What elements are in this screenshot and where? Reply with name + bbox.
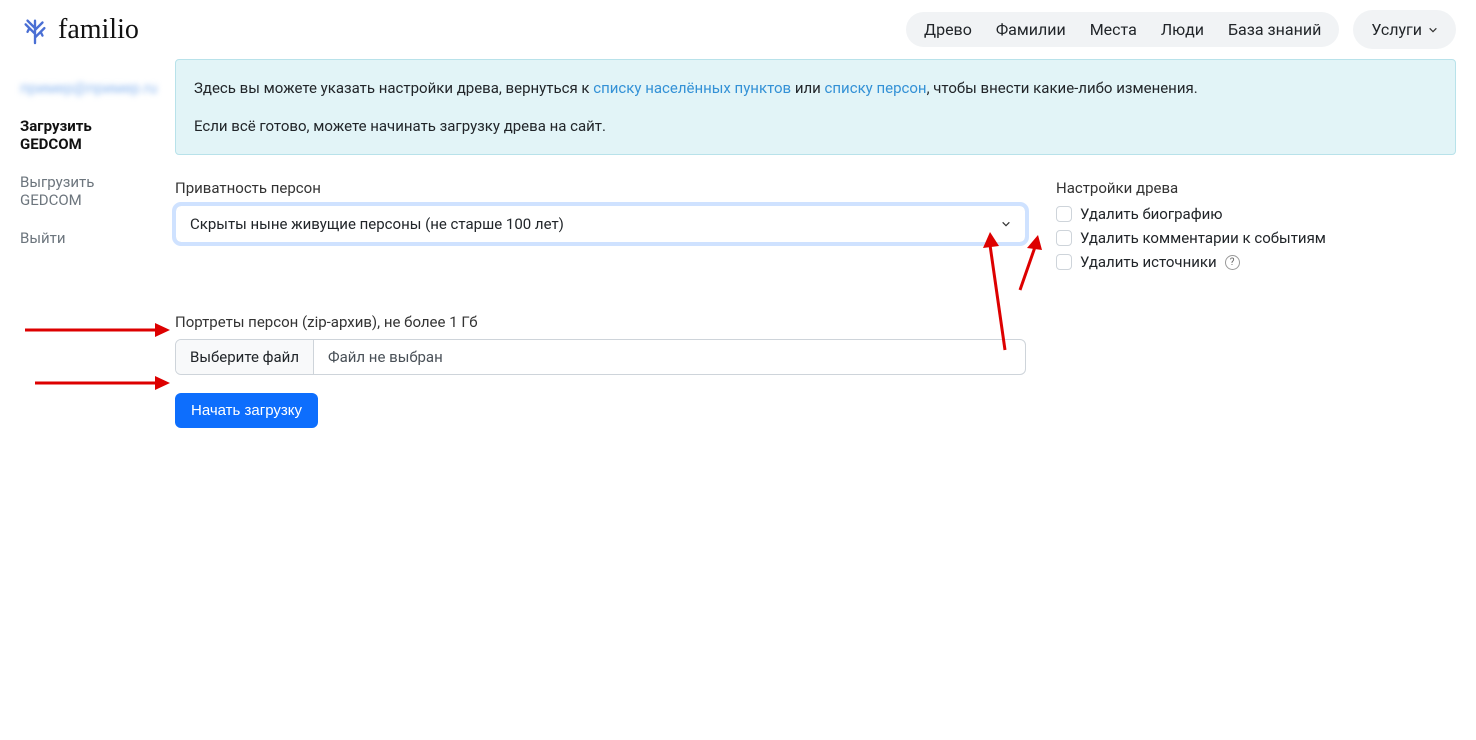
info-banner: Здесь вы можете указать настройки древа,… — [175, 59, 1456, 155]
nav-surnames[interactable]: Фамилии — [996, 20, 1066, 39]
privacy-selected-value: Скрыты ныне живущие персоны (не старше 1… — [190, 215, 564, 233]
nav-places[interactable]: Места — [1090, 20, 1137, 39]
services-label: Услуги — [1371, 20, 1422, 39]
logo-text: familio — [58, 14, 139, 46]
checkbox-label-sources: Удалить источники — [1080, 253, 1217, 271]
checkbox-delete-sources[interactable] — [1056, 254, 1072, 270]
sidebar-upload-gedcom[interactable]: Загрузить GEDCOM — [20, 107, 155, 163]
privacy-select[interactable]: Скрыты ныне живущие персоны (не старше 1… — [175, 205, 1026, 243]
chevron-down-icon — [1001, 219, 1011, 229]
sidebar-download-gedcom[interactable]: Выгрузить GEDCOM — [20, 163, 155, 219]
link-places-list[interactable]: списку населённых пунктов — [593, 79, 791, 97]
portraits-label: Портреты персон (zip-архив), не более 1 … — [175, 313, 1026, 331]
privacy-label: Приватность персон — [175, 179, 1026, 197]
start-upload-button[interactable]: Начать загрузку — [175, 393, 318, 428]
file-input[interactable]: Выберите файл Файл не выбран — [175, 339, 1026, 375]
file-status: Файл не выбран — [314, 340, 457, 374]
info-text-1a: Здесь вы можете указать настройки древа,… — [194, 79, 593, 97]
help-icon[interactable]: ? — [1225, 255, 1240, 270]
nav-tree[interactable]: Древо — [924, 20, 972, 39]
services-dropdown[interactable]: Услуги — [1353, 10, 1456, 49]
main-nav: Древо Фамилии Места Люди База знаний — [906, 12, 1339, 47]
sidebar-logout[interactable]: Выйти — [20, 219, 155, 257]
chevron-down-icon — [1428, 25, 1438, 35]
file-choose-button[interactable]: Выберите файл — [176, 340, 314, 374]
logo[interactable]: familio — [20, 14, 139, 46]
link-persons-list[interactable]: списку персон — [825, 79, 927, 97]
checkbox-delete-bio[interactable] — [1056, 206, 1072, 222]
sidebar-user-email[interactable]: пример@пример.ru — [20, 69, 155, 107]
info-text-1c: , чтобы внести какие-либо изменения. — [927, 79, 1198, 97]
checkbox-label-bio: Удалить биографию — [1080, 205, 1223, 223]
sidebar: пример@пример.ru Загрузить GEDCOM Выгруз… — [0, 59, 175, 448]
tree-icon — [20, 15, 50, 45]
checkbox-label-comments: Удалить комментарии к событиям — [1080, 229, 1326, 247]
info-text-2: Если всё готово, можете начинать загрузк… — [194, 114, 1437, 138]
checkbox-delete-comments[interactable] — [1056, 230, 1072, 246]
nav-knowledge[interactable]: База знаний — [1228, 20, 1321, 39]
nav-people[interactable]: Люди — [1161, 20, 1204, 39]
tree-settings-title: Настройки древа — [1056, 179, 1456, 197]
info-text-1b: или — [791, 79, 824, 97]
